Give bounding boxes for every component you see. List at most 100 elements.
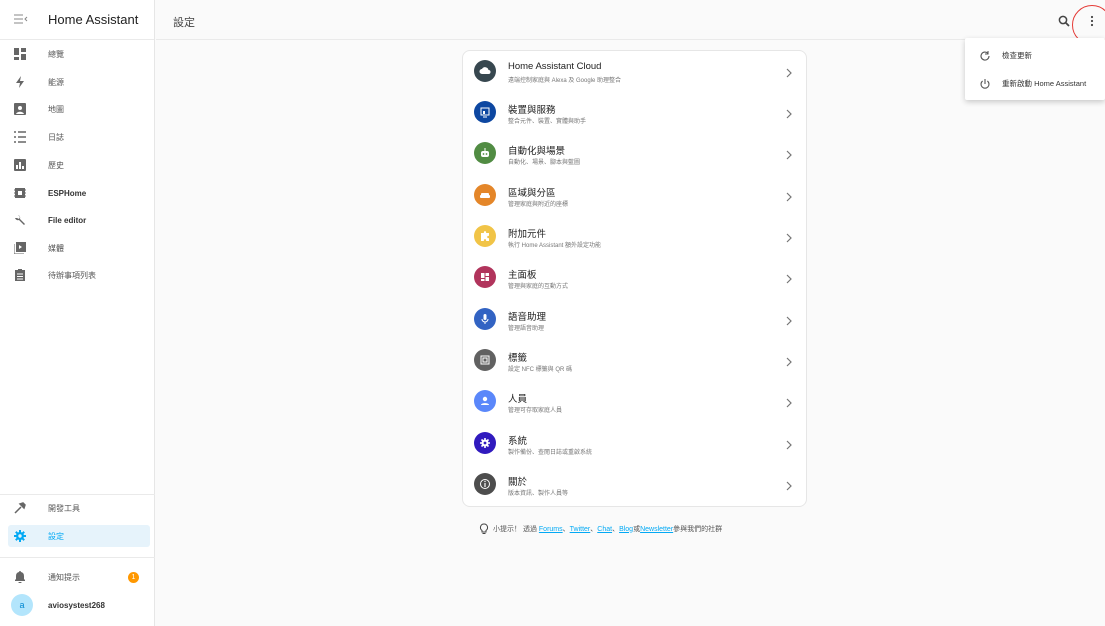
sidebar-item-label: 通知提示 xyxy=(48,572,80,582)
wrench-icon xyxy=(12,212,28,228)
row-subtitle: 製作備份、查閱日誌或重啟系統 xyxy=(508,450,593,456)
menu-item-restart[interactable]: 重新啟動 Home Assistant xyxy=(965,70,1105,96)
row-subtitle: 管理可存取家庭人員 xyxy=(508,408,563,414)
devices-icon xyxy=(474,101,496,123)
esphome-icon xyxy=(12,185,28,201)
cloud-icon xyxy=(474,60,496,82)
row-title: 自動化與場景 xyxy=(508,146,566,157)
sidebar-item-label: 日誌 xyxy=(48,132,64,142)
blog-link[interactable]: Blog xyxy=(619,526,633,533)
tip-prefix: 小提示！ 透過 xyxy=(493,526,537,533)
sidebar-item-label: 能源 xyxy=(48,77,64,87)
settings-row-voice[interactable]: 語音助理 管理語音助理 xyxy=(463,299,806,340)
sidebar-item-overview[interactable]: 總覽 xyxy=(0,43,155,65)
sidebar-item-label: File editor xyxy=(48,215,87,225)
row-subtitle: 設定 NFC 標籤與 QR 碼 xyxy=(508,367,572,373)
dashboard-icon xyxy=(12,46,28,62)
twitter-link[interactable]: Twitter xyxy=(570,526,591,533)
settings-row-areas[interactable]: 區域與分區 管理家庭與附近的座標 xyxy=(463,175,806,216)
user-name: aviosystest268 xyxy=(48,600,105,610)
row-title: 人員 xyxy=(508,394,528,405)
sidebar-item-file-editor[interactable]: File editor xyxy=(0,209,155,231)
row-subtitle: 管理語音助理 xyxy=(508,326,545,332)
row-subtitle: 管理家庭與附近的座標 xyxy=(508,202,569,208)
settings-row-cloud[interactable]: Home Assistant Cloud 遠端控制家庭與 Alexa 及 Goo… xyxy=(463,51,806,92)
account-icon xyxy=(474,390,496,412)
settings-row-dashboards[interactable]: 主面板 管理與家庭的互動方式 xyxy=(463,257,806,298)
refresh-icon xyxy=(979,49,991,61)
sidebar-item-label: 設定 xyxy=(48,531,64,541)
clipboard-list-icon xyxy=(12,267,28,283)
sidebar-item-energy[interactable]: 能源 xyxy=(0,71,155,93)
chevron-right-icon xyxy=(785,230,793,243)
forums-link[interactable]: Forums xyxy=(539,526,563,533)
row-subtitle: 自動化、場景、腳本與藍圖 xyxy=(508,160,581,166)
settings-row-addons[interactable]: 附加元件 執行 Home Assistant 額外設定功能 xyxy=(463,216,806,257)
row-subtitle: 整合元件、裝置、實體與助手 xyxy=(508,119,587,125)
sofa-icon xyxy=(474,184,496,206)
page-title: 設定 xyxy=(173,17,195,29)
chevron-right-icon xyxy=(785,437,793,450)
power-icon xyxy=(979,77,991,89)
menu-item-label: 檢查更新 xyxy=(1002,50,1032,60)
sidebar: Home Assistant 總覽 能源 地圖 日誌 歷史 ESPHome Fi… xyxy=(0,0,155,626)
row-title: 關於 xyxy=(508,477,528,488)
row-title: 區域與分區 xyxy=(508,188,556,199)
logbook-list-icon xyxy=(12,129,28,145)
row-title: 語音助理 xyxy=(508,312,547,323)
map-account-icon xyxy=(12,101,28,117)
lightning-icon xyxy=(12,74,28,90)
info-icon xyxy=(474,473,496,495)
sidebar-item-todo[interactable]: 待辦事項列表 xyxy=(0,264,155,286)
sidebar-item-dev-tools[interactable]: 開發工具 xyxy=(0,497,155,519)
sidebar-item-history[interactable]: 歷史 xyxy=(0,154,155,176)
lightbulb-icon xyxy=(479,523,489,535)
settings-row-people[interactable]: 人員 管理可存取家庭人員 xyxy=(463,381,806,422)
sidebar-item-media[interactable]: 媒體 xyxy=(0,237,155,259)
chevron-right-icon xyxy=(785,106,793,119)
hammer-icon xyxy=(12,500,28,516)
avatar: a xyxy=(11,594,33,616)
chevron-right-icon xyxy=(785,354,793,367)
sidebar-item-map[interactable]: 地圖 xyxy=(0,98,155,120)
settings-row-about[interactable]: 關於 版本資訊、製作人員等 xyxy=(463,464,806,505)
sidebar-item-settings[interactable]: 設定 xyxy=(8,525,150,547)
chevron-right-icon xyxy=(785,271,793,284)
menu-item-check-updates[interactable]: 檢查更新 xyxy=(965,42,1105,68)
menu-toggle-icon[interactable] xyxy=(14,12,30,27)
tip-separator: 、 xyxy=(562,526,570,533)
puzzle-icon xyxy=(474,225,496,247)
chevron-right-icon xyxy=(785,147,793,160)
notification-badge: 1 xyxy=(128,572,139,583)
sidebar-divider xyxy=(0,494,155,495)
chevron-right-icon xyxy=(785,395,793,408)
row-subtitle: 執行 Home Assistant 額外設定功能 xyxy=(508,243,602,249)
community-tip: 小提示！ 透過 Forums 、 Twitter 、 Chat 、 Blog 或… xyxy=(479,522,722,536)
search-icon[interactable] xyxy=(1058,14,1072,28)
settings-card: Home Assistant Cloud 遠端控制家庭與 Alexa 及 Goo… xyxy=(462,50,807,507)
row-title: 主面板 xyxy=(508,270,537,281)
tip-suffix: 參與我們的社群 xyxy=(673,526,723,533)
sidebar-item-user[interactable]: a aviosystest268 xyxy=(0,594,155,616)
overflow-menu: 檢查更新 重新啟動 Home Assistant xyxy=(965,38,1105,100)
sidebar-item-label: 地圖 xyxy=(48,104,64,114)
sidebar-item-label: ESPHome xyxy=(48,188,87,198)
settings-row-automation[interactable]: 自動化與場景 自動化、場景、腳本與藍圖 xyxy=(463,133,806,174)
chevron-right-icon xyxy=(785,189,793,202)
view-dashboard-icon xyxy=(474,266,496,288)
row-title: 附加元件 xyxy=(508,229,547,240)
sidebar-item-logbook[interactable]: 日誌 xyxy=(0,126,155,148)
nfc-tag-icon xyxy=(474,349,496,371)
row-title: 標籤 xyxy=(508,353,528,364)
settings-row-devices[interactable]: 裝置與服務 整合元件、裝置、實體與助手 xyxy=(463,92,806,133)
tip-or: 或 xyxy=(633,526,641,533)
sidebar-item-esphome[interactable]: ESPHome xyxy=(0,182,155,204)
chat-link[interactable]: Chat xyxy=(597,526,612,533)
tip-separator: 、 xyxy=(590,526,598,533)
settings-row-tags[interactable]: 標籤 設定 NFC 標籤與 QR 碼 xyxy=(463,340,806,381)
row-subtitle: 遠端控制家庭與 Alexa 及 Google 助理整合 xyxy=(508,78,622,84)
settings-row-system[interactable]: 系統 製作備份、查閱日誌或重啟系統 xyxy=(463,423,806,464)
newsletter-link[interactable]: Newsletter xyxy=(640,526,673,533)
sidebar-item-label: 媒體 xyxy=(48,243,64,253)
sidebar-item-notifications[interactable]: 通知提示 1 xyxy=(0,566,155,588)
